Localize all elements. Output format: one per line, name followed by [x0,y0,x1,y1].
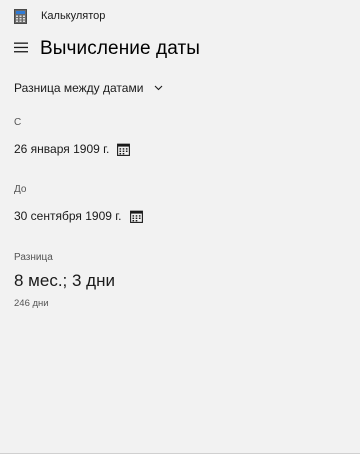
chevron-down-icon [153,83,163,93]
from-date-value: 26 января 1909 г. [14,142,110,156]
to-date-value: 30 сентября 1909 г. [14,209,122,223]
navigation-menu-button[interactable] [10,38,32,60]
to-date-label: До [14,184,27,195]
from-date-label: С [14,117,22,128]
difference-value: 8 мес.; 3 дни [14,271,115,290]
hamburger-menu-icon [14,40,28,58]
calculator-window: Калькулятор Вычисление даты Разница межд… [0,0,360,454]
page-title: Вычисление даты [40,38,201,59]
calendar-icon [117,143,131,156]
calculation-mode-dropdown[interactable]: Разница между датами [14,79,163,97]
difference-label: Разница [14,252,53,263]
title-bar: Калькулятор [0,0,360,32]
app-title: Калькулятор [41,10,106,22]
calculator-icon [14,9,27,24]
to-date-picker[interactable]: 30 сентября 1909 г. [14,207,143,225]
calendar-icon [129,210,143,223]
calculation-mode-value: Разница между датами [14,81,144,95]
difference-days: 246 дни [14,298,49,309]
from-date-picker[interactable]: 26 января 1909 г. [14,140,131,158]
